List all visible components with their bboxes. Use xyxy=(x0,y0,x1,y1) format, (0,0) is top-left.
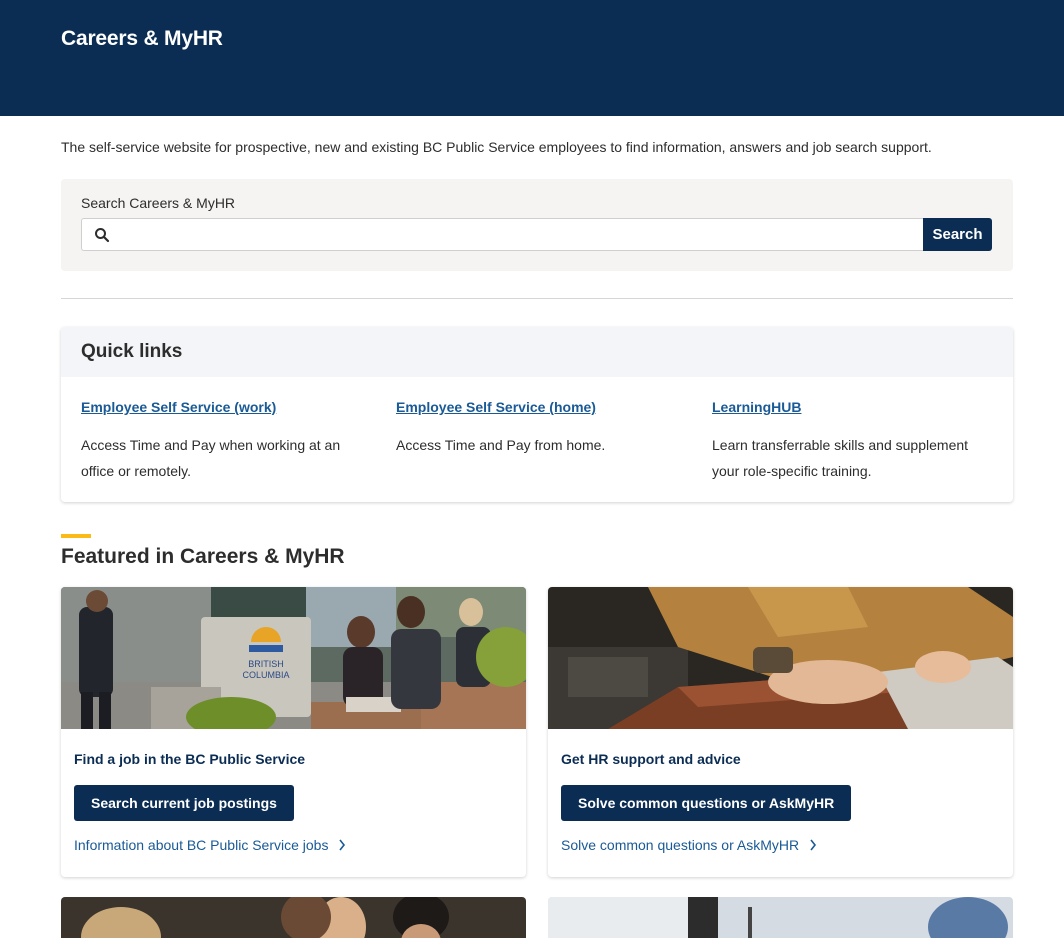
quick-link-item: Employee Self Service (home) Access Time… xyxy=(396,399,676,458)
divider xyxy=(61,298,1013,299)
askmyhr-link-label: Solve common questions or AskMyHR xyxy=(561,837,800,853)
search-icon xyxy=(95,228,110,243)
featured-card-photo-partial xyxy=(61,897,526,938)
featured-card-title: Find a job in the BC Public Service xyxy=(74,751,306,767)
site-title[interactable]: Careers & MyHR xyxy=(61,27,223,51)
search-box[interactable] xyxy=(81,218,923,251)
featured-card-jobs: BRITISH COLUMBIA Find a job in the BC Pu… xyxy=(61,587,526,877)
quick-link-item: Employee Self Service (work) Access Time… xyxy=(81,399,361,484)
search-input[interactable] xyxy=(118,219,918,250)
jobs-photo: BRITISH COLUMBIA xyxy=(61,587,526,729)
quick-links-title: Quick links xyxy=(81,341,183,362)
intro-text: The self-service website for prospective… xyxy=(61,139,932,155)
job-info-link-label: Information about BC Public Service jobs xyxy=(74,837,329,853)
site-header: Careers & MyHR xyxy=(0,0,1064,116)
search-label: Search Careers & MyHR xyxy=(81,195,236,211)
quick-links-header: Quick links xyxy=(61,327,1013,377)
featured-card-title: Get HR support and advice xyxy=(561,751,741,767)
featured-card-hr-support: Get HR support and advice Solve common q… xyxy=(548,587,1013,877)
featured-card-photo-partial xyxy=(548,897,1013,938)
sign-text-line: BRITISH xyxy=(248,659,284,669)
quick-link-item: LearningHUB Learn transferrable skills a… xyxy=(712,399,992,484)
search-panel: Search Careers & MyHR Search xyxy=(61,179,1013,271)
search-job-postings-button[interactable]: Search current job postings xyxy=(74,785,294,821)
job-info-link[interactable]: Information about BC Public Service jobs xyxy=(74,837,346,853)
sign-text-line: COLUMBIA xyxy=(242,670,289,680)
quick-link-desc: Learn transferrable skills and supplemen… xyxy=(712,437,969,479)
quick-link-ess-work[interactable]: Employee Self Service (work) xyxy=(81,399,361,415)
quick-links-card: Quick links Employee Self Service (work)… xyxy=(61,327,1013,502)
team-photo xyxy=(61,897,526,938)
quick-link-ess-home[interactable]: Employee Self Service (home) xyxy=(396,399,676,415)
quick-link-desc: Access Time and Pay from home. xyxy=(396,437,606,453)
featured-title: Featured in Careers & MyHR xyxy=(61,545,345,568)
section-accent-bar xyxy=(61,534,91,538)
askmyhr-link[interactable]: Solve common questions or AskMyHR xyxy=(561,837,817,853)
quick-link-learninghub[interactable]: LearningHUB xyxy=(712,399,992,415)
askmyhr-button[interactable]: Solve common questions or AskMyHR xyxy=(561,785,852,821)
chevron-right-icon xyxy=(339,839,346,851)
chevron-right-icon xyxy=(810,839,817,851)
office-photo xyxy=(548,897,1013,938)
search-button[interactable]: Search xyxy=(923,218,992,251)
hr-support-photo xyxy=(548,587,1013,729)
quick-link-desc: Access Time and Pay when working at an o… xyxy=(81,437,341,479)
